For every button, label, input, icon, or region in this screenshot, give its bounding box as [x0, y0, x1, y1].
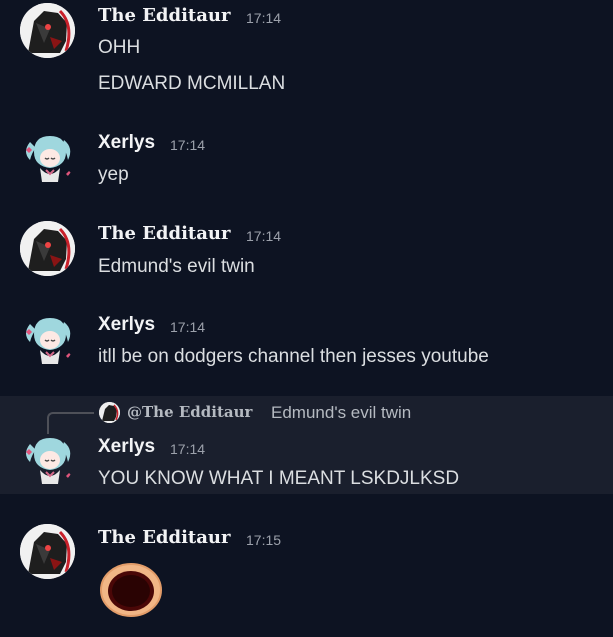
timestamp[interactable]: 17:14	[170, 137, 205, 153]
message-text: YOU KNOW WHAT I MEANT LSKDJLKSD	[98, 468, 460, 489]
reply-preview-text[interactable]: Edmund's evil twin	[271, 403, 411, 423]
xerlys-avatar-icon	[26, 318, 72, 364]
author-name[interactable]: The Edditaur	[98, 5, 230, 26]
reply-avatar[interactable]	[99, 402, 120, 423]
timestamp[interactable]: 17:15	[246, 532, 281, 548]
message-group: The Edditaur 17:14 Edmund's evil twin	[0, 212, 613, 292]
xerlys-avatar-icon	[26, 438, 72, 484]
avatar[interactable]	[20, 3, 75, 58]
avatar[interactable]	[20, 524, 75, 579]
xerlys-avatar-icon	[26, 136, 72, 182]
message-group: Xerlys 17:14 itll be on dodgers channel …	[0, 304, 613, 390]
message-text: itll be on dodgers channel then jesses y…	[98, 346, 489, 367]
message-text: EDWARD MCMILLAN	[98, 73, 286, 94]
message-text: Edmund's evil twin	[98, 256, 255, 277]
edditaur-avatar-icon	[20, 524, 75, 579]
shocked-face-emoji-icon[interactable]	[100, 557, 162, 619]
message-text: OHH	[98, 37, 141, 58]
timestamp[interactable]: 17:14	[246, 228, 281, 244]
message-group: The Edditaur 17:15	[0, 516, 613, 637]
avatar[interactable]	[20, 312, 75, 367]
avatar[interactable]	[20, 130, 75, 185]
author-name[interactable]: Xerlys	[98, 132, 155, 154]
message-group: Xerlys 17:14 YOU KNOW WHAT I MEANT LSKDJ…	[0, 426, 613, 494]
avatar[interactable]	[20, 432, 75, 487]
avatar[interactable]	[20, 221, 75, 276]
edditaur-avatar-icon	[20, 3, 75, 58]
shocked-face-emoji-icon	[100, 563, 162, 617]
edditaur-avatar-icon	[99, 402, 120, 423]
timestamp[interactable]: 17:14	[170, 319, 205, 335]
edditaur-avatar-icon	[20, 221, 75, 276]
chat-message-list: The Edditaur 17:14 OHH EDWARD MCMILLAN X…	[0, 0, 613, 637]
message-text: yep	[98, 164, 129, 185]
author-name[interactable]: The Edditaur	[98, 527, 230, 548]
message-group: Xerlys 17:14 yep	[0, 122, 613, 202]
author-name[interactable]: Xerlys	[98, 314, 155, 336]
reply-author-mention[interactable]: @The Edditaur	[127, 403, 252, 421]
timestamp[interactable]: 17:14	[170, 441, 205, 457]
message-group: The Edditaur 17:14 OHH EDWARD MCMILLAN	[0, 0, 613, 110]
author-name[interactable]: Xerlys	[98, 436, 155, 458]
author-name[interactable]: The Edditaur	[98, 223, 230, 244]
timestamp[interactable]: 17:14	[246, 10, 281, 26]
